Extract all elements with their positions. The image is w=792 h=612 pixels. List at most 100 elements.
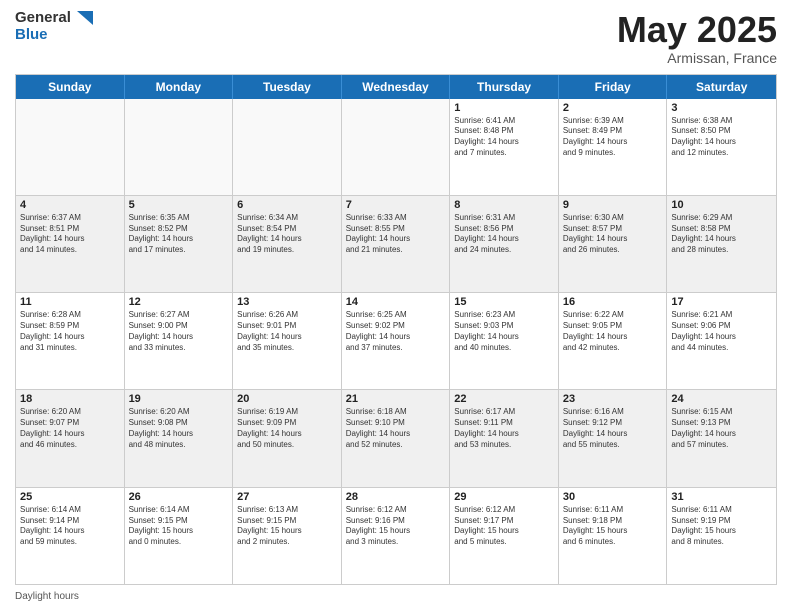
day-info: Sunrise: 6:21 AM Sunset: 9:06 PM Dayligh… bbox=[671, 310, 772, 353]
calendar-cell-29: 29 Sunrise: 6:12 AM Sunset: 9:17 PM Dayli… bbox=[450, 488, 559, 584]
day-info: Sunrise: 6:38 AM Sunset: 8:50 PM Dayligh… bbox=[671, 116, 772, 159]
day-number: 25 bbox=[20, 491, 120, 503]
calendar-header-tuesday: Tuesday bbox=[233, 75, 342, 99]
calendar-cell-4: 4 Sunrise: 6:37 AM Sunset: 8:51 PM Daylig… bbox=[16, 196, 125, 292]
day-number: 9 bbox=[563, 199, 663, 211]
day-number: 10 bbox=[671, 199, 772, 211]
logo: General Blue bbox=[15, 10, 93, 43]
calendar-cell-24: 24 Sunrise: 6:15 AM Sunset: 9:13 PM Dayli… bbox=[667, 390, 776, 486]
calendar-cell-14: 14 Sunrise: 6:25 AM Sunset: 9:02 PM Dayli… bbox=[342, 293, 451, 389]
calendar-cell-empty-3 bbox=[342, 99, 451, 195]
day-number: 4 bbox=[20, 199, 120, 211]
calendar-header-wednesday: Wednesday bbox=[342, 75, 451, 99]
day-number: 18 bbox=[20, 393, 120, 405]
calendar-cell-8: 8Sunrise: 6:31 AM Sunset: 8:56 PM Daylig… bbox=[450, 196, 559, 292]
day-info: Sunrise: 6:39 AM Sunset: 8:49 PM Dayligh… bbox=[563, 116, 663, 159]
calendar: SundayMondayTuesdayWednesdayThursdayFrid… bbox=[15, 74, 777, 585]
day-info: Sunrise: 6:19 AM Sunset: 9:09 PM Dayligh… bbox=[237, 407, 337, 450]
day-info: Sunrise: 6:35 AM Sunset: 8:52 PM Dayligh… bbox=[129, 213, 229, 256]
calendar-row-3: 11 Sunrise: 6:28 AM Sunset: 8:59 PM Dayli… bbox=[16, 292, 776, 389]
day-number: 13 bbox=[237, 296, 337, 308]
calendar-cell-19: 19 Sunrise: 6:20 AM Sunset: 9:08 PM Dayli… bbox=[125, 390, 234, 486]
day-number: 23 bbox=[563, 393, 663, 405]
day-info: Sunrise: 6:12 AM Sunset: 9:16 PM Dayligh… bbox=[346, 505, 446, 548]
day-info: Sunrise: 6:15 AM Sunset: 9:13 PM Dayligh… bbox=[671, 407, 772, 450]
day-info: Sunrise: 6:16 AM Sunset: 9:12 PM Dayligh… bbox=[563, 407, 663, 450]
day-number: 26 bbox=[129, 491, 229, 503]
calendar-row-2: 4 Sunrise: 6:37 AM Sunset: 8:51 PM Daylig… bbox=[16, 195, 776, 292]
day-number: 15 bbox=[454, 296, 554, 308]
calendar-cell-6: 6Sunrise: 6:34 AM Sunset: 8:54 PM Daylig… bbox=[233, 196, 342, 292]
day-number: 30 bbox=[563, 491, 663, 503]
day-number: 21 bbox=[346, 393, 446, 405]
calendar-cell-5: 5Sunrise: 6:35 AM Sunset: 8:52 PM Daylig… bbox=[125, 196, 234, 292]
day-info: Sunrise: 6:33 AM Sunset: 8:55 PM Dayligh… bbox=[346, 213, 446, 256]
day-number: 19 bbox=[129, 393, 229, 405]
page-location: Armissan, France bbox=[617, 50, 777, 66]
calendar-cell-empty-0 bbox=[16, 99, 125, 195]
calendar-cell-10: 10 Sunrise: 6:29 AM Sunset: 8:58 PM Dayli… bbox=[667, 196, 776, 292]
calendar-cell-empty-2 bbox=[233, 99, 342, 195]
calendar-cell-21: 21 Sunrise: 6:18 AM Sunset: 9:10 PM Dayli… bbox=[342, 390, 451, 486]
calendar-header-friday: Friday bbox=[559, 75, 668, 99]
day-info: Sunrise: 6:14 AM Sunset: 9:14 PM Dayligh… bbox=[20, 505, 120, 548]
calendar-cell-23: 23 Sunrise: 6:16 AM Sunset: 9:12 PM Dayli… bbox=[559, 390, 668, 486]
calendar-cell-11: 11 Sunrise: 6:28 AM Sunset: 8:59 PM Dayli… bbox=[16, 293, 125, 389]
day-info: Sunrise: 6:41 AM Sunset: 8:48 PM Dayligh… bbox=[454, 116, 554, 159]
day-info: Sunrise: 6:25 AM Sunset: 9:02 PM Dayligh… bbox=[346, 310, 446, 353]
day-number: 11 bbox=[20, 296, 120, 308]
calendar-cell-26: 26Sunrise: 6:14 AM Sunset: 9:15 PM Dayli… bbox=[125, 488, 234, 584]
day-info: Sunrise: 6:20 AM Sunset: 9:07 PM Dayligh… bbox=[20, 407, 120, 450]
day-info: Sunrise: 6:30 AM Sunset: 8:57 PM Dayligh… bbox=[563, 213, 663, 256]
day-info: Sunrise: 6:11 AM Sunset: 9:18 PM Dayligh… bbox=[563, 505, 663, 548]
day-info: Sunrise: 6:37 AM Sunset: 8:51 PM Dayligh… bbox=[20, 213, 120, 256]
calendar-header-monday: Monday bbox=[125, 75, 234, 99]
calendar-row-5: 25 Sunrise: 6:14 AM Sunset: 9:14 PM Dayli… bbox=[16, 487, 776, 584]
day-info: Sunrise: 6:34 AM Sunset: 8:54 PM Dayligh… bbox=[237, 213, 337, 256]
page-title: May 2025 bbox=[617, 10, 777, 50]
calendar-cell-28: 28Sunrise: 6:12 AM Sunset: 9:16 PM Dayli… bbox=[342, 488, 451, 584]
day-info: Sunrise: 6:17 AM Sunset: 9:11 PM Dayligh… bbox=[454, 407, 554, 450]
day-number: 20 bbox=[237, 393, 337, 405]
day-info: Sunrise: 6:13 AM Sunset: 9:15 PM Dayligh… bbox=[237, 505, 337, 548]
day-number: 17 bbox=[671, 296, 772, 308]
calendar-header-sunday: Sunday bbox=[16, 75, 125, 99]
title-block: May 2025 Armissan, France bbox=[617, 10, 777, 66]
day-number: 24 bbox=[671, 393, 772, 405]
calendar-header-saturday: Saturday bbox=[667, 75, 776, 99]
day-number: 16 bbox=[563, 296, 663, 308]
calendar-cell-22: 22 Sunrise: 6:17 AM Sunset: 9:11 PM Dayli… bbox=[450, 390, 559, 486]
day-number: 2 bbox=[563, 102, 663, 114]
calendar-cell-9: 9 Sunrise: 6:30 AM Sunset: 8:57 PM Daylig… bbox=[559, 196, 668, 292]
calendar-row-4: 18 Sunrise: 6:20 AM Sunset: 9:07 PM Dayli… bbox=[16, 389, 776, 486]
calendar-cell-15: 15Sunrise: 6:23 AM Sunset: 9:03 PM Dayli… bbox=[450, 293, 559, 389]
day-info: Sunrise: 6:20 AM Sunset: 9:08 PM Dayligh… bbox=[129, 407, 229, 450]
calendar-cell-17: 17 Sunrise: 6:21 AM Sunset: 9:06 PM Dayli… bbox=[667, 293, 776, 389]
day-info: Sunrise: 6:26 AM Sunset: 9:01 PM Dayligh… bbox=[237, 310, 337, 353]
calendar-cell-30: 30 Sunrise: 6:11 AM Sunset: 9:18 PM Dayli… bbox=[559, 488, 668, 584]
page-header: General Blue May 2025 Armissan, France bbox=[15, 10, 777, 66]
logo-text-general: General bbox=[15, 10, 93, 27]
day-number: 27 bbox=[237, 491, 337, 503]
calendar-cell-20: 20 Sunrise: 6:19 AM Sunset: 9:09 PM Dayli… bbox=[233, 390, 342, 486]
day-info: Sunrise: 6:27 AM Sunset: 9:00 PM Dayligh… bbox=[129, 310, 229, 353]
calendar-row-1: 1Sunrise: 6:41 AM Sunset: 8:48 PM Daylig… bbox=[16, 99, 776, 195]
day-number: 3 bbox=[671, 102, 772, 114]
logo-chevron-icon bbox=[77, 11, 93, 25]
day-number: 22 bbox=[454, 393, 554, 405]
calendar-cell-27: 27 Sunrise: 6:13 AM Sunset: 9:15 PM Dayli… bbox=[233, 488, 342, 584]
calendar-cell-18: 18 Sunrise: 6:20 AM Sunset: 9:07 PM Dayli… bbox=[16, 390, 125, 486]
day-info: Sunrise: 6:11 AM Sunset: 9:19 PM Dayligh… bbox=[671, 505, 772, 548]
day-number: 29 bbox=[454, 491, 554, 503]
calendar-cell-3: 3 Sunrise: 6:38 AM Sunset: 8:50 PM Daylig… bbox=[667, 99, 776, 195]
calendar-cell-16: 16Sunrise: 6:22 AM Sunset: 9:05 PM Dayli… bbox=[559, 293, 668, 389]
day-info: Sunrise: 6:18 AM Sunset: 9:10 PM Dayligh… bbox=[346, 407, 446, 450]
day-info: Sunrise: 6:28 AM Sunset: 8:59 PM Dayligh… bbox=[20, 310, 120, 353]
calendar-cell-25: 25 Sunrise: 6:14 AM Sunset: 9:14 PM Dayli… bbox=[16, 488, 125, 584]
calendar-cell-2: 2 Sunrise: 6:39 AM Sunset: 8:49 PM Daylig… bbox=[559, 99, 668, 195]
day-number: 14 bbox=[346, 296, 446, 308]
day-info: Sunrise: 6:29 AM Sunset: 8:58 PM Dayligh… bbox=[671, 213, 772, 256]
calendar-body: 1Sunrise: 6:41 AM Sunset: 8:48 PM Daylig… bbox=[16, 99, 776, 584]
day-info: Sunrise: 6:12 AM Sunset: 9:17 PM Dayligh… bbox=[454, 505, 554, 548]
calendar-header: SundayMondayTuesdayWednesdayThursdayFrid… bbox=[16, 75, 776, 99]
